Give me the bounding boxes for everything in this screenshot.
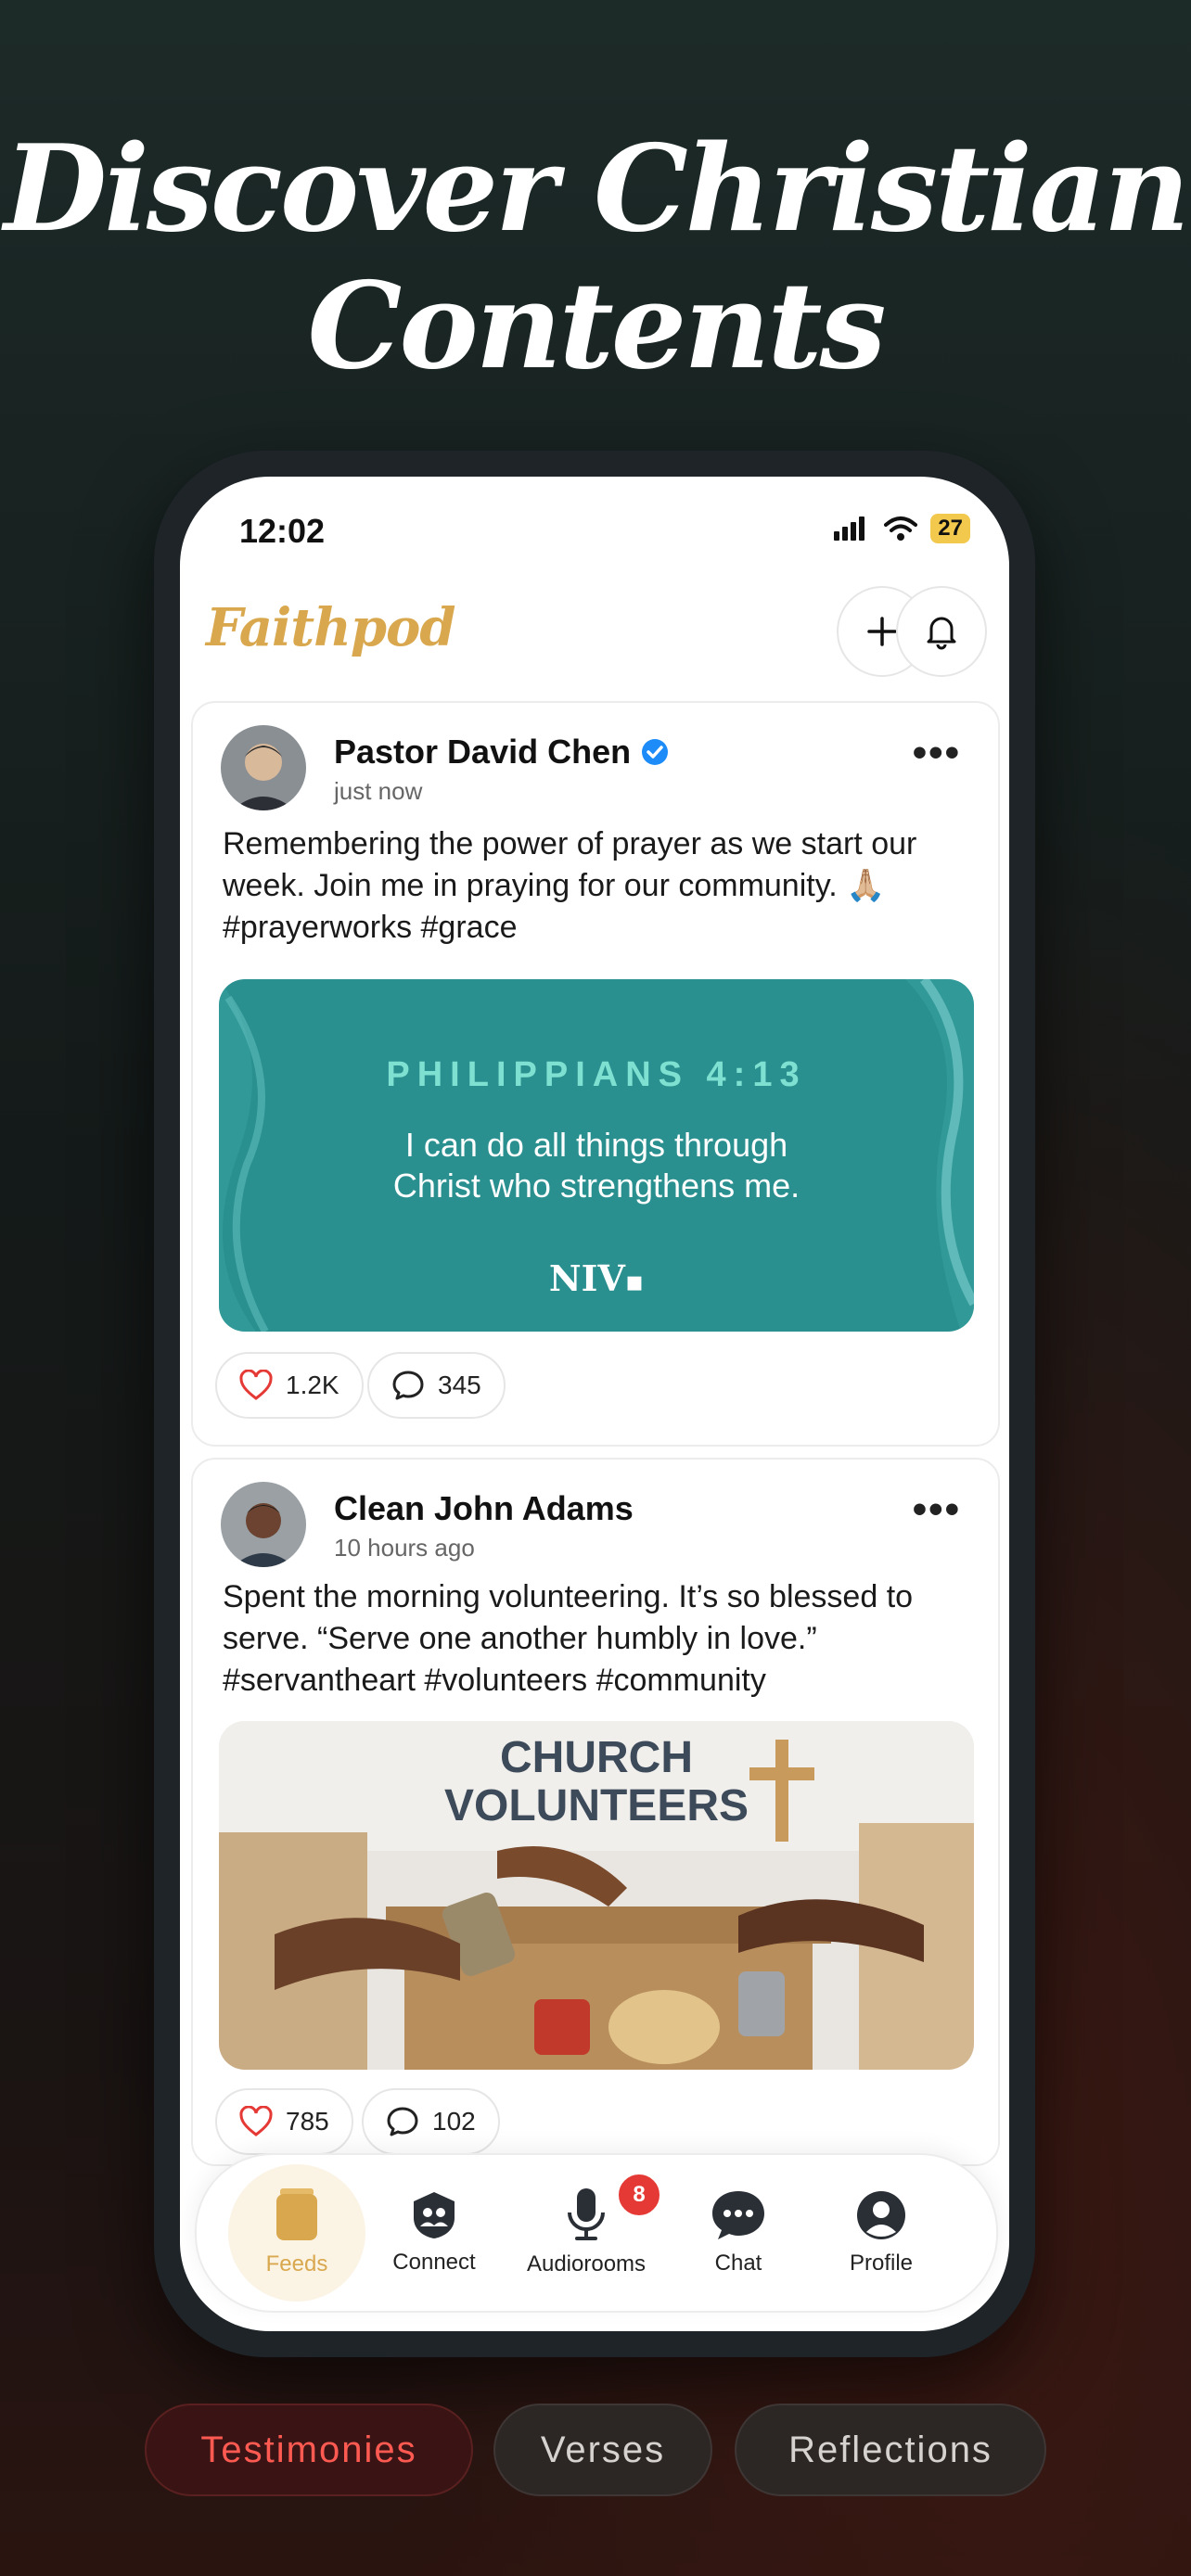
plus-icon [867, 617, 897, 646]
tab-chat-label: Chat [714, 2251, 762, 2276]
comment-count: 102 [432, 2107, 476, 2136]
sign-line-1: CHURCH [500, 1733, 693, 1782]
chip-verses[interactable]: Verses [493, 2404, 712, 2496]
tab-connect-label: Connect [392, 2250, 476, 2275]
like-count: 785 [286, 2107, 329, 2136]
app-logo: Faithpod [206, 597, 455, 658]
headline-line-1: Discover Christian [4, 120, 1190, 259]
tab-audiorooms-label: Audiorooms [526, 2251, 647, 2276]
audiorooms-badge: 8 [616, 2172, 662, 2218]
author-name[interactable]: Clean John Adams [334, 1489, 634, 1528]
author-name-text[interactable]: Clean John Adams [334, 1489, 634, 1528]
post-time: 10 hours ago [334, 1534, 475, 1562]
heart-icon [239, 1370, 273, 1400]
comment-count: 345 [438, 1371, 481, 1399]
wifi-icon [884, 516, 918, 541]
volunteers-sign: CHURCH VOLUNTEERS [219, 1734, 974, 1830]
cellular-signal-icon [834, 516, 865, 541]
bell-icon [927, 617, 956, 650]
sign-line-2: VOLUNTEERS [443, 1781, 749, 1830]
chip-reflections[interactable]: Reflections [735, 2404, 1046, 2496]
headline-line-2: Contents [307, 257, 886, 396]
notifications-button[interactable] [896, 586, 987, 677]
profile-icon [857, 2191, 905, 2239]
post-time: just now [334, 777, 423, 805]
verse-line-1: I can do all things through [404, 1126, 788, 1164]
post-card-1[interactable]: Pastor David Chen just now ••• Rememberi… [191, 701, 1000, 1447]
tab-chat[interactable]: Chat [670, 2155, 807, 2311]
tab-profile[interactable]: Profile [807, 2155, 955, 2311]
comment-icon [392, 1371, 424, 1400]
heart-icon [239, 2106, 273, 2136]
phone-frame: 12:02 27 Faithpod Pastor David Chen just… [154, 451, 1035, 2357]
headline: Discover Christian Contents [0, 121, 1191, 395]
feeds-icon [276, 2188, 317, 2240]
post-menu-button[interactable]: ••• [913, 1489, 961, 1530]
post-menu-button[interactable]: ••• [913, 733, 961, 773]
verse-card-image[interactable]: PHILIPPIANS 4:13 I can do all things thr… [219, 979, 974, 1332]
bottom-tab-bar: Feeds Connect Audiorooms 8 Chat Profile [195, 2153, 998, 2313]
author-name[interactable]: Pastor David Chen [334, 733, 670, 772]
post-text: Remembering the power of prayer as we st… [223, 826, 917, 945]
status-bar: 12:02 27 [180, 477, 1009, 579]
bible-version-text: NIV [548, 1257, 625, 1299]
comment-button[interactable]: 102 [362, 2088, 500, 2155]
verse-line-2: Christ who strengthens me. [392, 1167, 800, 1205]
like-count: 1.2K [286, 1371, 339, 1399]
comment-icon [387, 2107, 418, 2136]
status-icons: 27 [834, 514, 970, 543]
chat-icon [712, 2191, 764, 2239]
like-button[interactable]: 1.2K [215, 1352, 364, 1419]
tab-connect[interactable]: Connect [365, 2155, 503, 2311]
tab-profile-label: Profile [849, 2251, 914, 2276]
post-card-2[interactable]: Clean John Adams 10 hours ago ••• Spent … [191, 1458, 1000, 2166]
volunteers-photo[interactable]: CHURCH VOLUNTEERS [219, 1721, 974, 2070]
connect-icon [414, 2192, 455, 2238]
bible-version-logo: NIV▪ [548, 1257, 645, 1299]
tab-feeds-label: Feeds [265, 2251, 328, 2276]
like-button[interactable]: 785 [215, 2088, 353, 2155]
phone-screen: 12:02 27 Faithpod Pastor David Chen just… [180, 477, 1009, 2331]
post-text: Spent the morning volunteering. It’s so … [223, 1579, 914, 1698]
status-time: 12:02 [239, 512, 326, 550]
mic-icon [568, 2188, 605, 2240]
verse-reference: PHILIPPIANS 4:13 [386, 1055, 807, 1094]
battery-indicator: 27 [930, 514, 970, 543]
author-avatar[interactable] [221, 725, 306, 810]
author-name-text[interactable]: Pastor David Chen [334, 733, 631, 772]
author-avatar[interactable] [221, 1482, 306, 1567]
tab-feeds[interactable]: Feeds [228, 2155, 365, 2311]
comment-button[interactable]: 345 [367, 1352, 506, 1419]
chip-testimonies[interactable]: Testimonies [145, 2404, 473, 2496]
verified-badge-icon [642, 739, 669, 765]
